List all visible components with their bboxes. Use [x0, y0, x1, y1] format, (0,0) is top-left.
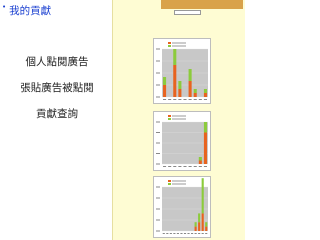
x-tick-label: [176, 233, 179, 234]
bar-segment: [203, 132, 207, 164]
bar-segment: [201, 213, 204, 231]
bar-segment: [198, 160, 202, 164]
bar-segment: [203, 89, 207, 93]
legend-swatch: [168, 42, 171, 44]
menu-item-contribution-query[interactable]: 貢獻查詢: [4, 106, 110, 121]
legend-text-mark: [172, 42, 186, 44]
x-tick-label: [169, 233, 172, 234]
x-tick-label: [198, 233, 201, 234]
y-tick-label: [156, 121, 160, 123]
legend-swatch: [168, 183, 171, 185]
bar-segment: [188, 69, 192, 81]
bar-chart-2: [156, 115, 208, 167]
x-tick-label: [168, 166, 172, 167]
x-tick-label: [203, 99, 207, 100]
x-tick-label: [168, 99, 172, 100]
legend-text-mark: [172, 45, 186, 47]
legend-text-mark: [172, 183, 186, 185]
y-tick-label: [156, 72, 160, 74]
page-title: • 我的貢獻: [2, 3, 51, 18]
x-tick-label: [183, 166, 187, 167]
x-tick-label: [180, 233, 183, 234]
bar-segment: [201, 178, 204, 214]
bar-segment: [193, 89, 197, 93]
legend-text-mark: [172, 115, 186, 117]
chart-card-1: [153, 38, 211, 104]
bullet-icon: •: [2, 3, 7, 11]
y-tick-label: [156, 197, 160, 199]
y-tick-label: [156, 132, 160, 133]
x-tick-label: [166, 233, 169, 234]
x-tick-label: [178, 99, 182, 100]
x-tick-label: [162, 233, 165, 234]
y-tick-label: [156, 142, 160, 144]
bar-segment: [198, 157, 202, 161]
x-tick-label: [183, 99, 187, 100]
bar-segment: [203, 122, 207, 133]
bar-segment: [205, 226, 208, 231]
legend-text-mark: [172, 118, 186, 120]
legend-text-mark: [172, 180, 186, 182]
screenshot-select[interactable]: [174, 10, 201, 15]
chart-card-2: [153, 111, 211, 171]
embedded-screenshot: [112, 0, 245, 240]
x-tick-label: [173, 233, 176, 234]
legend-swatch: [168, 45, 171, 47]
bar-segment: [194, 222, 197, 227]
bar-chart-1: [156, 42, 208, 100]
x-tick-label: [187, 233, 190, 234]
bar-segment: [193, 93, 197, 97]
bar-segment: [198, 213, 201, 223]
bar-chart-3: [156, 178, 208, 234]
x-tick-label: [198, 99, 202, 100]
page-title-text: 我的貢獻: [9, 5, 52, 17]
x-tick-label: [183, 233, 187, 234]
x-tick-label: [163, 166, 167, 167]
y-tick-label: [156, 163, 160, 165]
x-tick-label: [194, 233, 197, 234]
bar-segment: [163, 85, 167, 97]
bar-segment: [173, 49, 177, 65]
y-tick-label: [156, 96, 160, 98]
bar-segment: [194, 226, 197, 231]
menu-item-personal-ad-clicks[interactable]: 個人點閱廣告: [4, 54, 110, 69]
y-tick-label: [156, 219, 160, 221]
bar-segment: [163, 77, 167, 85]
bar-segment: [178, 89, 182, 97]
y-tick-label: [156, 208, 160, 210]
bar-segment: [198, 222, 201, 231]
legend-swatch: [168, 115, 171, 117]
bar-segment: [188, 81, 192, 97]
x-tick-label: [193, 166, 197, 167]
x-tick-label: [173, 99, 177, 100]
x-tick-label: [191, 233, 194, 234]
y-tick-label: [156, 60, 160, 62]
y-tick-label: [156, 230, 160, 232]
menu-item-posted-ad-clicked[interactable]: 張貼廣告被點閱: [4, 80, 110, 95]
x-tick-label: [203, 166, 207, 167]
x-tick-label: [193, 99, 197, 100]
x-tick-label: [201, 233, 204, 234]
x-tick-label: [173, 166, 177, 167]
bar-segment: [173, 65, 177, 97]
legend-swatch: [168, 118, 171, 120]
screenshot-header: [161, 0, 243, 9]
chart-card-3: [153, 176, 211, 238]
x-tick-label: [188, 99, 192, 100]
x-tick-label: [188, 166, 192, 167]
x-tick-label: [178, 166, 182, 167]
x-tick-label: [198, 166, 202, 167]
y-tick-label: [156, 84, 160, 86]
y-tick-label: [156, 48, 160, 50]
bar-segment: [203, 93, 207, 97]
x-tick-label: [205, 233, 208, 234]
y-tick-label: [156, 186, 160, 188]
x-tick-label: [163, 99, 167, 100]
bar-segment: [205, 222, 208, 227]
legend-swatch: [168, 180, 171, 182]
y-tick-label: [156, 153, 160, 154]
bar-segment: [178, 81, 182, 89]
